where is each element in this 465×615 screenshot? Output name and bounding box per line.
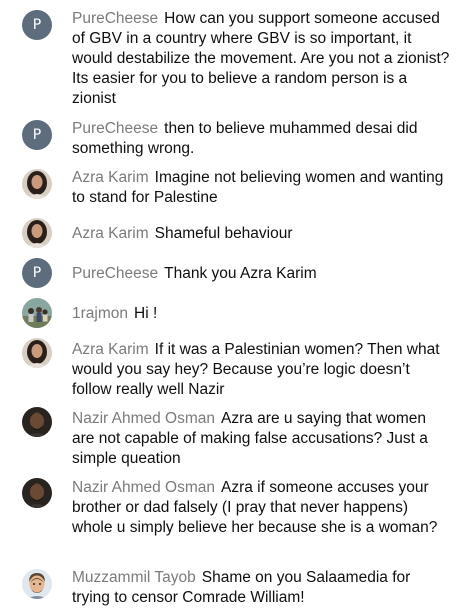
- message-body: Nazir Ahmed Osman Azra if someone accuses…: [72, 478, 450, 538]
- man-photo-icon: [22, 478, 52, 508]
- message-text: Thank you Azra Karim: [164, 265, 317, 282]
- woman-photo-icon: [22, 218, 52, 248]
- avatar-1rajmon[interactable]: [22, 298, 52, 328]
- avatar-nazir-ahmed-osman[interactable]: [22, 478, 52, 508]
- message-text: Shameful behaviour: [154, 225, 293, 242]
- woman-photo-icon: [22, 169, 52, 199]
- author-name[interactable]: Nazir Ahmed Osman: [72, 410, 215, 427]
- author-name[interactable]: Azra Karim: [72, 341, 149, 358]
- message-body: PureCheese then to believe muhammed desai…: [72, 119, 450, 159]
- avatar-purecheese[interactable]: P: [22, 258, 52, 288]
- avatar-letter: P: [32, 127, 42, 143]
- man-photo-icon: [22, 407, 52, 437]
- author-name[interactable]: PureCheese: [72, 10, 158, 27]
- message-body: PureCheese How can you support someone ac…: [72, 9, 450, 109]
- message-body: Muzzammil Tayob Shame on you Salaamedia f…: [72, 568, 450, 608]
- author-name[interactable]: Nazir Ahmed Osman: [72, 479, 215, 496]
- message-body: Nazir Ahmed Osman Azra are u saying that …: [72, 409, 450, 469]
- message-body: PureCheese Thank you Azra Karim: [72, 264, 450, 284]
- cartoon-face-icon: [22, 569, 52, 599]
- author-name[interactable]: Azra Karim: [72, 169, 149, 186]
- avatar-purecheese[interactable]: P: [22, 10, 52, 40]
- avatar-azra-karim[interactable]: [22, 169, 52, 199]
- author-name[interactable]: Azra Karim: [72, 225, 149, 242]
- avatar-muzzammil-tayob[interactable]: [22, 569, 52, 599]
- avatar-azra-karim[interactable]: [22, 338, 52, 368]
- message-text: Hi !: [134, 305, 158, 322]
- avatar-letter: P: [32, 265, 42, 281]
- author-name[interactable]: PureCheese: [72, 265, 158, 282]
- message-body: Azra Karim Imagine not believing women an…: [72, 168, 450, 208]
- author-name[interactable]: 1rajmon: [72, 305, 128, 322]
- message-body: Azra Karim Shameful behaviour: [72, 224, 450, 244]
- author-name[interactable]: PureCheese: [72, 120, 158, 137]
- message-body: 1rajmon Hi !: [72, 304, 450, 324]
- avatar-purecheese[interactable]: P: [22, 120, 52, 150]
- avatar-letter: P: [32, 17, 42, 33]
- avatar-nazir-ahmed-osman[interactable]: [22, 407, 52, 437]
- woman-photo-icon: [22, 338, 52, 368]
- live-chat-list[interactable]: P PureCheese How can you support someone …: [0, 0, 465, 615]
- message-body: Azra Karim If it was a Palestinian women?…: [72, 340, 450, 400]
- author-name[interactable]: Muzzammil Tayob: [72, 569, 196, 586]
- avatar-azra-karim[interactable]: [22, 218, 52, 248]
- group-photo-icon: [22, 298, 52, 328]
